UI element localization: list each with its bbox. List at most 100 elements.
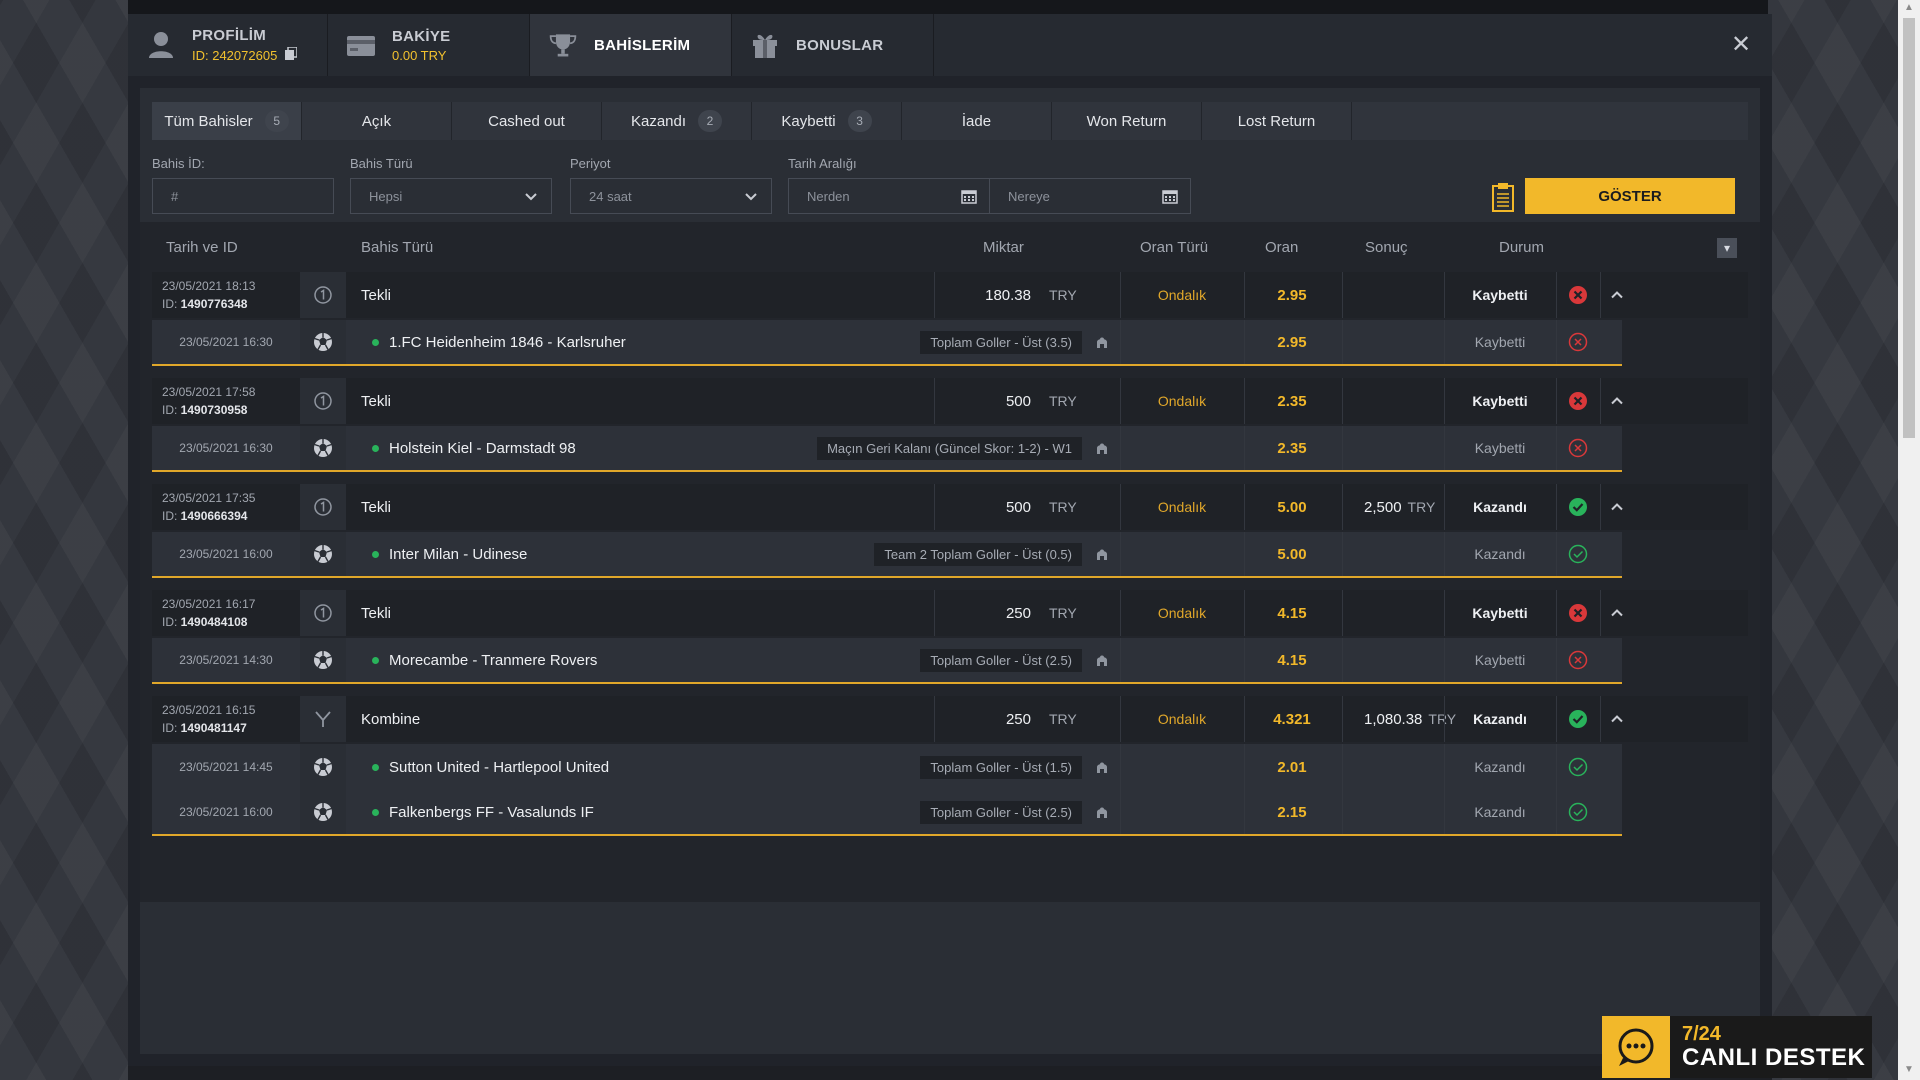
period-select[interactable]: 24 saat — [570, 178, 772, 214]
match-teams: Sutton United - Hartlepool United — [389, 758, 610, 776]
chevron-up-icon[interactable] — [1600, 484, 1634, 530]
chevron-down-icon — [743, 188, 759, 204]
statistics-icon[interactable] — [1084, 426, 1120, 470]
bet-row[interactable]: 23/05/2021 16:15 ID: 1490481147 Kombine 250… — [152, 696, 1748, 742]
football-icon — [300, 320, 346, 364]
bet-row[interactable]: 23/05/2021 17:58 ID: 1490730958 Tekli 500 TR… — [152, 378, 1748, 424]
tab-balance[interactable]: BAKİYE 0.00 TRY — [328, 14, 530, 76]
filter-tab[interactable]: Won Return — [1052, 102, 1202, 140]
calendar-icon[interactable] — [1162, 188, 1178, 204]
bet-status: Kaybetti — [1472, 393, 1528, 409]
chevron-down-icon — [523, 188, 539, 204]
tab-bonuses[interactable]: BONUSLAR — [732, 14, 934, 76]
bet-row[interactable]: 23/05/2021 17:35 ID: 1490666394 Tekli 500 TR… — [152, 484, 1748, 530]
divider — [1342, 320, 1343, 364]
leg-date: 23/05/2021 16:30 — [179, 335, 273, 349]
date-range-label: Tarih Aralığı — [788, 156, 857, 171]
bet-type-select[interactable]: Hepsi — [350, 178, 552, 214]
live-dot — [372, 763, 379, 771]
scrollbar-thumb[interactable] — [1903, 18, 1915, 438]
bet-amount: 180.38 — [985, 286, 1031, 304]
tab-profile[interactable]: PROFİLİM ID: 242072605 — [128, 14, 328, 76]
bet-status: Kazandı — [1473, 711, 1527, 727]
leg-date: 23/05/2021 16:30 — [179, 441, 273, 455]
bet-currency: TRY — [1049, 711, 1077, 727]
filter-tab[interactable]: İade — [902, 102, 1052, 140]
collapse-all-icon[interactable]: ▾ — [1717, 238, 1737, 258]
date-from-placeholder: Nerden — [807, 188, 850, 204]
filter-tab[interactable]: Cashed out — [452, 102, 602, 140]
bet-odds: 4.321 — [1273, 710, 1311, 728]
clipboard-icon[interactable] — [1492, 182, 1514, 212]
statistics-icon[interactable] — [1084, 744, 1120, 790]
bet-id-placeholder: # — [171, 188, 179, 204]
filter-tab[interactable]: Lost Return — [1202, 102, 1352, 140]
single-bet-icon — [300, 484, 346, 530]
filter-tab-count: 5 — [264, 110, 289, 132]
lost-status-icon — [1556, 590, 1600, 636]
scroll-down-icon[interactable]: ▼ — [1903, 1064, 1915, 1076]
wallet-icon — [346, 30, 376, 60]
bet-amount: 500 — [1005, 392, 1031, 410]
divider — [1342, 378, 1343, 424]
bet-currency: TRY — [1049, 605, 1077, 621]
bet-type: Tekli — [361, 286, 392, 304]
leg-status: Kaybetti — [1474, 440, 1526, 456]
chevron-up-icon[interactable] — [1600, 272, 1634, 318]
statistics-icon[interactable] — [1084, 320, 1120, 364]
scroll-up-icon[interactable]: ▲ — [1903, 2, 1915, 14]
statistics-icon[interactable] — [1084, 790, 1120, 834]
page-scrollbar[interactable]: ▲ ▼ — [1898, 0, 1920, 1080]
bet-odds: 2.95 — [1277, 286, 1307, 304]
filter-tab[interactable]: Tüm Bahisler 5 — [152, 102, 302, 140]
balance-value: 0.00 TRY — [392, 47, 447, 63]
lost-status-icon — [1556, 378, 1600, 424]
tab-my-bets[interactable]: BAHİSLERİM — [530, 14, 732, 76]
statistics-icon[interactable] — [1084, 638, 1120, 682]
date-to-input[interactable]: Nereye — [989, 178, 1191, 214]
leg-status: Kazandı — [1474, 759, 1526, 775]
filter-tab-count: 3 — [847, 110, 872, 132]
support-label: CANLI DESTEK — [1682, 1044, 1866, 1071]
bet-result: 1,080.38 TRY — [1364, 696, 1456, 742]
period-value: 24 saat — [589, 188, 632, 204]
divider — [1342, 426, 1343, 470]
filter-tab[interactable]: Açık — [302, 102, 452, 140]
bet-row[interactable]: 23/05/2021 18:13 ID: 1490776348 Tekli 180.3… — [152, 272, 1748, 318]
live-dot — [372, 338, 379, 346]
leg-status: Kaybetti — [1474, 652, 1526, 668]
chevron-up-icon[interactable] — [1600, 590, 1634, 636]
divider — [1342, 590, 1343, 636]
statistics-icon[interactable] — [1084, 532, 1120, 576]
live-support-button[interactable]: 7/24 CANLI DESTEK — [1602, 1016, 1872, 1078]
show-button[interactable]: GÖSTER — [1525, 178, 1735, 214]
filter-tab[interactable]: Kazandı 2 — [602, 102, 752, 140]
divider — [1120, 638, 1121, 682]
bet-id: 1490776348 — [180, 297, 248, 311]
divider — [1342, 272, 1343, 318]
bet-row[interactable]: 23/05/2021 16:17 ID: 1490484108 Tekli 250 TR… — [152, 590, 1748, 636]
copy-icon[interactable] — [285, 46, 299, 63]
bet-result: 2,500 TRY — [1364, 484, 1435, 530]
chevron-up-icon[interactable] — [1600, 696, 1634, 742]
bet-type: Kombine — [361, 710, 421, 728]
calendar-icon[interactable] — [961, 188, 977, 204]
leg-status: Kaybetti — [1474, 334, 1526, 350]
bet-id: 1490481147 — [180, 721, 247, 735]
bet-id-input[interactable]: # — [152, 178, 334, 214]
football-icon — [300, 532, 346, 576]
divider — [1120, 744, 1121, 790]
bet-currency: TRY — [1049, 499, 1077, 515]
lost-status-icon — [1556, 272, 1600, 318]
bet-date: 23/05/2021 16:17 — [162, 597, 256, 611]
bet-result — [1364, 272, 1370, 318]
header-odds: Oran — [1265, 239, 1299, 256]
filter-tab[interactable]: Kaybetti 3 — [752, 102, 902, 140]
chevron-up-icon[interactable] — [1600, 378, 1634, 424]
date-from-input[interactable]: Nerden — [788, 178, 990, 214]
match-teams: Morecambe - Tranmere Rovers — [389, 651, 598, 669]
close-icon[interactable]: ✕ — [1728, 32, 1754, 58]
result-amount: 1,080.38 — [1364, 710, 1423, 728]
divider — [1342, 532, 1343, 576]
leg-row: 23/05/2021 16:30 1.FC Heidenheim 1846 - K… — [152, 320, 1622, 366]
